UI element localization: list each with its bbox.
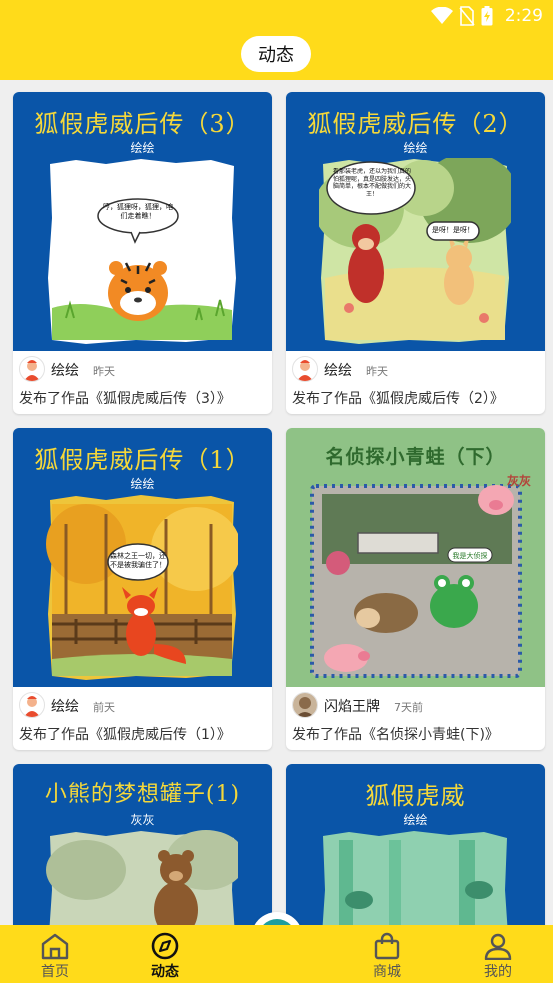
card-meta: 绘绘 前天 发布了作品《狐假虎威后传（1）》 <box>13 687 272 750</box>
cover-title: 狐假虎威 <box>365 782 466 810</box>
top-app-bar: 2:29 动态 <box>0 0 553 80</box>
feed-card[interactable]: 小熊的梦想罐子(1) 灰灰 <box>13 764 272 925</box>
nav-label: 商城 <box>373 964 401 980</box>
avatar[interactable] <box>19 356 45 382</box>
author-name[interactable]: 绘绘 <box>51 360 79 380</box>
card-cover[interactable]: 小熊的梦想罐子(1) 灰灰 <box>13 764 272 925</box>
cover-title: 名侦探小青蛙（下） <box>325 446 506 468</box>
nav-label: 动态 <box>151 964 179 980</box>
status-bar: 2:29 <box>430 4 543 28</box>
author-name[interactable]: 绘绘 <box>51 696 79 716</box>
page-title: 动态 <box>241 36 311 72</box>
profile-icon <box>484 933 512 960</box>
nav-label: 首页 <box>41 964 69 980</box>
cover-title: 狐假虎威后传（3） <box>34 110 251 138</box>
feed-grid[interactable]: 狐假虎威后传（3） 绘绘 哼，狐狸呀，狐狸，咱们走着瞧！ 绘绘 昨天 发布了作品… <box>0 80 553 925</box>
compass-icon <box>151 932 179 960</box>
publish-text: 发布了作品《名侦探小青蛙(下)》 <box>292 727 499 743</box>
feed-card[interactable]: 狐假虎威后传（1） 绘绘 森林之王一切，还不是被我骗住了！ 绘绘 前天 发布了作… <box>13 428 272 750</box>
publish-text: 发布了作品《狐假虎威后传（3）》 <box>19 391 231 407</box>
card-cover[interactable]: 狐假虎威后传（3） 绘绘 哼，狐狸呀，狐狸，咱们走着瞧！ <box>13 92 272 351</box>
cover-illustration <box>319 830 511 925</box>
card-meta: 绘绘 昨天 发布了作品《狐假虎威后传（3）》 <box>13 351 272 414</box>
time-ago: 昨天 <box>93 365 115 378</box>
avatar[interactable] <box>19 692 45 718</box>
publish-text: 发布了作品《狐假虎威后传（1）》 <box>19 727 231 743</box>
speech-bubble-text: 森林之王一切，还不是被我骗住了！ <box>110 552 166 569</box>
cover-title: 小熊的梦想罐子(1) <box>44 782 241 807</box>
cover-illustration: 森林之王一切，还不是被我骗住了！ <box>46 494 238 682</box>
cover-author: 绘绘 <box>130 477 155 491</box>
cover-author: 绘绘 <box>130 141 155 155</box>
wifi-icon <box>430 7 453 24</box>
card-cover[interactable]: 名侦探小青蛙（下） 灰灰 我是大侦探 <box>286 428 545 687</box>
avatar[interactable] <box>292 356 318 382</box>
feed-card[interactable]: 狐假虎威后传（3） 绘绘 哼，狐狸呀，狐狸，咱们走着瞧！ 绘绘 昨天 发布了作品… <box>13 92 272 414</box>
avatar[interactable] <box>292 692 318 718</box>
feed-card[interactable]: 狐假虎威 绘绘 <box>286 764 545 925</box>
feed-card[interactable]: 名侦探小青蛙（下） 灰灰 我是大侦探 闪焰王牌 7天前 发布了作品《名侦探小青蛙… <box>286 428 545 750</box>
no-sim-icon <box>459 6 475 26</box>
card-cover[interactable]: 狐假虎威后传（2） 绘绘 看那装老虎，还以为我们真的怕狐狸呢，真是四肢发达，头脑… <box>286 92 545 351</box>
cover-title: 狐假虎威后传（1） <box>34 446 251 474</box>
nav-item-feed[interactable]: 动态 <box>110 925 220 983</box>
battery-charging-icon <box>481 6 493 26</box>
cover-author: 绘绘 <box>403 141 428 155</box>
bottom-nav: 首页 动态 商城 我的 <box>0 925 553 983</box>
cover-illustration: 哼，狐狸呀，狐狸，咱们走着瞧！ <box>46 158 238 346</box>
cover-author: 绘绘 <box>403 813 428 827</box>
author-name[interactable]: 闪焰王牌 <box>324 696 380 716</box>
card-meta: 闪焰王牌 7天前 发布了作品《名侦探小青蛙(下)》 <box>286 687 545 750</box>
speech-bubble-text: 看那装老虎，还以为我们真的怕狐狸呢，真是四肢发达，头脑简单，根本不配做我们的大王… <box>333 168 411 198</box>
publish-text: 发布了作品《狐假虎威后传（2）》 <box>292 391 504 407</box>
nav-item-shop[interactable]: 商城 <box>332 925 442 983</box>
feed-card[interactable]: 狐假虎威后传（2） 绘绘 看那装老虎，还以为我们真的怕狐狸呢，真是四肢发达，头脑… <box>286 92 545 414</box>
nav-item-profile[interactable]: 我的 <box>443 925 553 983</box>
speech-bubble-text-2: 是呀！是呀！ <box>432 226 474 234</box>
shopping-bag-icon <box>374 932 400 960</box>
card-meta: 绘绘 昨天 发布了作品《狐假虎威后传（2）》 <box>286 351 545 414</box>
cover-title: 狐假虎威后传（2） <box>307 110 524 138</box>
cover-illustration <box>46 830 238 925</box>
card-cover[interactable]: 狐假虎威 绘绘 <box>286 764 545 925</box>
card-cover[interactable]: 狐假虎威后传（1） 绘绘 森林之王一切，还不是被我骗住了！ <box>13 428 272 687</box>
nav-item-home[interactable]: 首页 <box>0 925 110 983</box>
time-ago: 7天前 <box>394 701 423 714</box>
cover-illustration: 看那装老虎，还以为我们真的怕狐狸呢，真是四肢发达，头脑简单，根本不配做我们的大王… <box>319 158 511 346</box>
nav-label: 我的 <box>484 964 512 980</box>
time-ago: 前天 <box>93 701 115 714</box>
status-time: 2:29 <box>504 6 543 26</box>
time-ago: 昨天 <box>366 365 388 378</box>
speech-bubble-text: 我是大侦探 <box>452 552 488 560</box>
speech-bubble-text: 哼，狐狸呀，狐狸，咱们走着瞧！ <box>103 203 173 220</box>
cover-tag: 灰灰 <box>506 474 531 488</box>
home-icon <box>41 933 69 960</box>
cover-author: 灰灰 <box>130 813 155 827</box>
author-name[interactable]: 绘绘 <box>324 360 352 380</box>
